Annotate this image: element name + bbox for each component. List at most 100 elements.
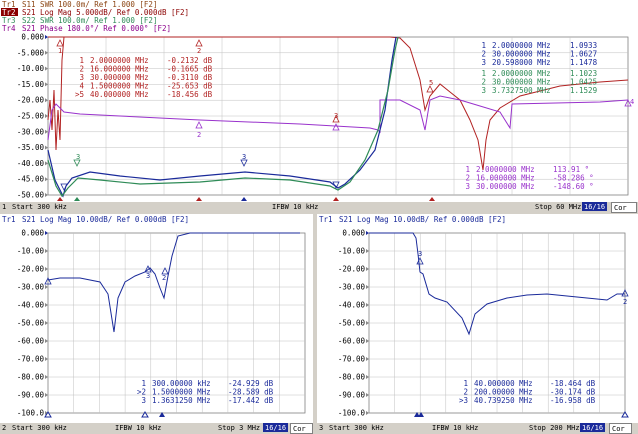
channel-number: 1 (2, 203, 7, 211)
y-tick-label: -20.00 (17, 96, 45, 105)
trace-id[interactable]: Tr1 (319, 215, 333, 224)
y-tick-arrow (45, 267, 48, 271)
marker-2-label: 2 (623, 298, 627, 306)
y-tick-label: -30.00 (338, 283, 366, 292)
marker-readout-value: 1.1529 (570, 86, 597, 95)
y-tick-arrow (45, 35, 48, 39)
y-tick-arrow (366, 285, 369, 289)
trace-label[interactable]: S21 Log Mag 10.00dB/ Ref 0.000dB [F2] (22, 215, 189, 224)
y-tick-label: -90.00 (17, 391, 45, 400)
y-tick-label: -80.00 (17, 373, 45, 382)
ifbw[interactable]: IFBW 10 kHz (115, 423, 161, 433)
y-axis-tick-labels: 0.000 -10.00 -20.00 -30.00 -40.00 -50.00 -60.0… (17, 229, 48, 418)
marker-3-label: 3 (418, 250, 422, 258)
y-tick-arrow (45, 66, 48, 71)
y-tick-arrow (45, 161, 48, 166)
channel-3-window[interactable]: Tr1 S21 Log Mag 10.00dB/ Ref 0.000dB [F2… (317, 214, 638, 423)
markers-blue (60, 159, 340, 191)
start-frequency[interactable]: Start 300 kHz (12, 202, 67, 212)
y-tick-arrow (45, 357, 48, 361)
y-tick-label: -60.00 (338, 337, 366, 346)
correction-badge: Cor (611, 202, 637, 213)
marker-readout-value: -18.456 dB (167, 90, 213, 99)
trace-id[interactable]: Tr1 (2, 215, 16, 224)
marker-readout-value: -16.958 dB (550, 396, 596, 405)
y-tick-arrow (366, 231, 369, 235)
channel-2-window[interactable]: Tr1 S21 Log Mag 10.00dB/ Ref 0.000dB [F2… (0, 214, 313, 423)
marker-readout: 1 300.00000 kHz -24.929 dB>2 1.5000000 MHz -… (137, 379, 274, 405)
channel-2-status-bar: 2 Start 300 kHz IFBW 10 kHz Stop 3 MHz 1… (0, 423, 313, 434)
start-frequency[interactable]: Start 300 kHz (329, 423, 384, 433)
points-badge: 16/16 (582, 202, 608, 211)
trace-4-id[interactable]: Tr4 (2, 24, 16, 33)
marker-red-2-label: 2 (197, 47, 201, 55)
channel-3-chart[interactable]: Tr1 S21 Log Mag 10.00dB/ Ref 0.000dB [F2… (317, 214, 638, 423)
y-tick-arrow (366, 411, 369, 415)
channel-2-chart[interactable]: Tr1 S21 Log Mag 10.00dB/ Ref 0.000dB [F2… (0, 214, 313, 423)
y-axis-tick-labels: 0.000 -10.00 -20.00 -30.00 -40.00 -50.00 -60.0… (338, 229, 369, 418)
y-tick-label: -70.00 (338, 355, 366, 364)
marker-readout-number: >3 (459, 396, 468, 405)
y-tick-arrow (45, 249, 48, 253)
y-tick-arrow (45, 321, 48, 325)
y-tick-arrow (45, 193, 48, 197)
marker-readout-value: -17.442 dB (228, 396, 274, 405)
marker-purple-2-label: 2 (197, 131, 201, 139)
y-tick-arrow (45, 339, 48, 343)
channel-3-status-bar: 3 Start 300 kHz IFBW 10 kHz Stop 200 MHz… (317, 423, 638, 434)
marker-readout-frequency: 40.739250 MHz (474, 396, 533, 405)
marker-readout-number: 3 (481, 86, 486, 95)
stop-frequency[interactable]: Stop 60 MHz (535, 202, 581, 212)
y-tick-label: -5.000 (17, 48, 45, 57)
y-tick-label: -100.0 (338, 409, 366, 418)
y-tick-arrow (45, 145, 48, 150)
marker-readout-frequency: 20.598000 MHz (492, 58, 551, 67)
y-tick-label: -60.00 (17, 337, 45, 346)
y-tick-label: -10.00 (17, 247, 45, 256)
channel-number: 2 (2, 424, 7, 432)
trace-label[interactable]: S21 Log Mag 10.00dB/ Ref 0.000dB [F2] (339, 215, 506, 224)
y-tick-arrow (366, 357, 369, 361)
ifbw[interactable]: IFBW 10 kHz (272, 202, 318, 212)
channel-1-status-bar: 1 Start 300 kHz IFBW 10 kHz Stop 60 MHz … (0, 202, 638, 213)
channel-1-window[interactable]: Tr1 S11 SWR 100.0m/ Ref 1.000 [F2] Tr2 S… (0, 0, 638, 202)
marker-readout-number: 3 (481, 58, 486, 67)
markers-purple (195, 99, 632, 131)
y-tick-label: 0.000 (342, 229, 365, 238)
y-tick-label: -100.0 (17, 409, 45, 418)
y-tick-arrow (45, 129, 48, 134)
marker-readout-s21: 1 2.0000000 MHz -0.2132 dB2 16.000000 MHz -0… (75, 56, 213, 99)
start-frequency[interactable]: Start 300 kHz (12, 423, 67, 433)
y-tick-arrow (45, 177, 48, 182)
y-tick-arrow (366, 321, 369, 325)
stop-frequency[interactable]: Stop 3 MHz (218, 423, 260, 433)
y-tick-arrow (45, 231, 48, 235)
y-tick-arrow (45, 303, 48, 307)
y-tick-label: 0.000 (21, 229, 44, 238)
y-tick-arrow (366, 249, 369, 253)
stop-frequency[interactable]: Stop 200 MHz (529, 423, 580, 433)
y-tick-label: -70.00 (17, 355, 45, 364)
y-tick-arrow (45, 114, 48, 118)
y-tick-label: -40.00 (17, 301, 45, 310)
marker-readout-number: >5 (75, 90, 84, 99)
marker-readout-s22: 1 2.0000000 MHz 1.10232 30.000000 MHz 1.0425… (481, 69, 597, 95)
y-tick-arrow (366, 303, 369, 307)
y-tick-label: -30.00 (17, 283, 45, 292)
marker-readout-s11: 1 2.0000000 MHz 1.09332 30.000000 MHz 1.0627… (481, 41, 597, 67)
trace-header: Tr1 S11 SWR 100.0m/ Ref 1.000 [F2] Tr2 S… (1, 0, 189, 33)
y-tick-arrow (366, 375, 369, 379)
ifbw[interactable]: IFBW 10 kHz (432, 423, 478, 433)
y-tick-label: -15.00 (17, 80, 45, 89)
marker-green-3-label: 3 (76, 153, 80, 161)
trace-4-label[interactable]: S21 Phase 180.0°/ Ref 0.000° [F2] (22, 24, 171, 33)
trace-s21 (47, 232, 300, 333)
y-tick-arrow (366, 267, 369, 271)
y-tick-arrow (45, 98, 48, 103)
y-tick-arrow (366, 393, 369, 397)
y-tick-label: 0.000 (21, 33, 44, 42)
y-tick-label: -80.00 (338, 373, 366, 382)
y-tick-arrow (45, 82, 48, 87)
marker-red-3-label: 3 (334, 112, 338, 120)
channel-1-chart[interactable]: Tr1 S11 SWR 100.0m/ Ref 1.000 [F2] Tr2 S… (0, 0, 638, 202)
